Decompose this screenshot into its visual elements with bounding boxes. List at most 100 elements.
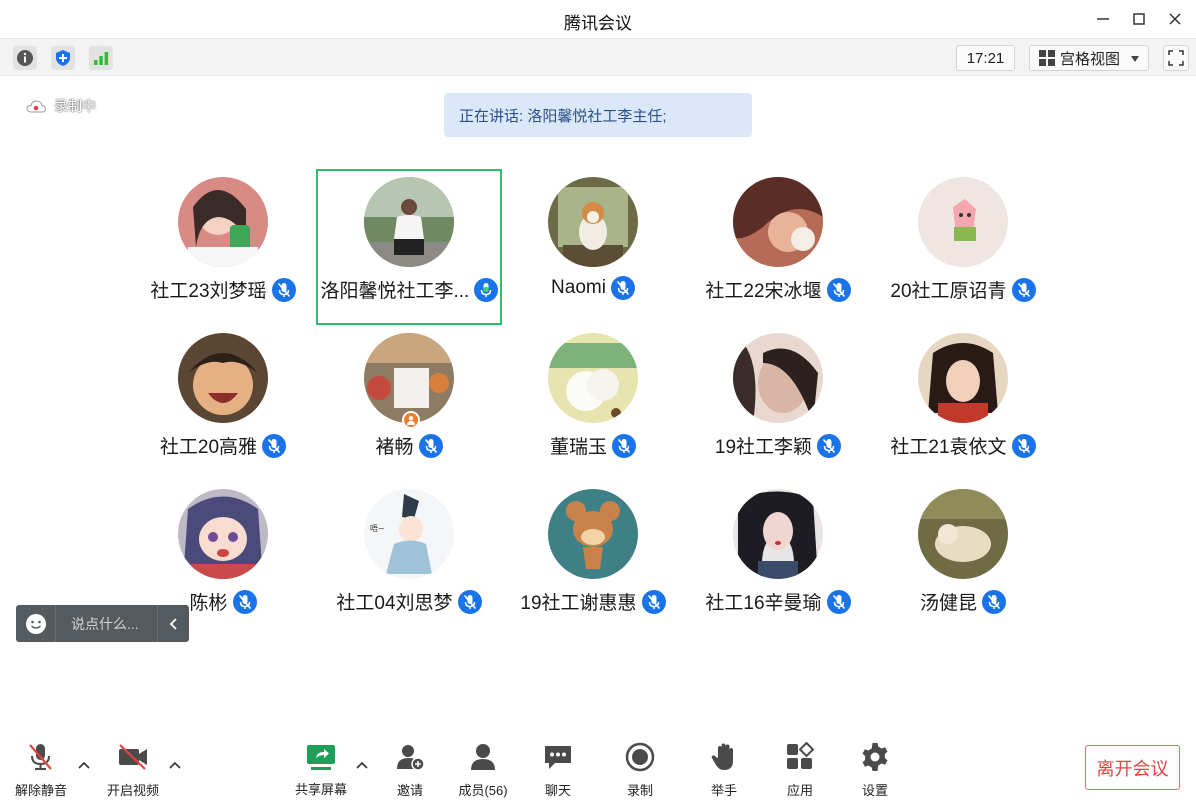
avatar[interactable] [178, 489, 268, 579]
participant-name: 褚畅 [375, 437, 414, 458]
participant-name-row: Naomi [500, 276, 686, 300]
mic-muted-icon [1011, 277, 1036, 302]
avatar[interactable] [548, 489, 638, 579]
participant-tile[interactable]: 褚畅 [316, 325, 502, 481]
chat-icon [545, 746, 571, 769]
invite-button[interactable]: 邀请 [375, 742, 445, 798]
participant-name: 陈彬 [189, 593, 228, 614]
active-speaker-text: 正在讲话: 洛阳馨悦社工李主任; [459, 107, 667, 125]
mic-muted-icon [1011, 433, 1036, 458]
mic-muted-icon [826, 589, 851, 614]
participant-name: 社工16辛曼瑜 [705, 593, 822, 614]
avatar[interactable] [178, 177, 268, 267]
chevron-up-icon[interactable] [355, 758, 369, 772]
settings-label: 设置 [861, 783, 888, 798]
view-mode-select[interactable]: 宫格视图 [1029, 45, 1149, 71]
apps-button[interactable]: 应用 [765, 742, 835, 798]
collapse-chat-button[interactable] [157, 605, 189, 642]
unmute-button[interactable]: 解除静音 [6, 742, 76, 798]
apps-icon [787, 742, 815, 769]
participant-name-row: 20社工原诏青 [870, 276, 1056, 303]
avatar[interactable] [733, 177, 823, 267]
gear-icon [862, 743, 888, 771]
avatar[interactable] [918, 177, 1008, 267]
fullscreen-icon [1168, 50, 1184, 66]
meeting-clock: 17:21 [956, 45, 1015, 71]
mic-off-icon [29, 744, 52, 770]
avatar[interactable] [733, 333, 823, 423]
avatar[interactable]: 唔~ [364, 489, 454, 579]
active-speaker-banner: 正在讲话: 洛阳馨悦社工李主任; [444, 93, 752, 137]
participant-name-row: 董瑞玉 [500, 432, 686, 459]
cloud-record-icon [26, 100, 46, 113]
participant-tile[interactable]: 社工21袁依文 [870, 325, 1056, 481]
participant-tile[interactable]: 19社工谢惠惠 [500, 481, 686, 637]
fullscreen-button[interactable] [1163, 45, 1189, 71]
participant-name-row: 社工16辛曼瑜 [685, 588, 871, 615]
chevron-left-icon [169, 617, 177, 630]
chevron-up-icon[interactable] [77, 758, 91, 772]
grid-view-icon [1039, 50, 1055, 66]
host-badge-icon [402, 411, 420, 429]
share-screen-button[interactable]: 共享屏幕 [286, 742, 356, 798]
participant-tile[interactable]: 社工20高雅 [130, 325, 316, 481]
unmute-label: 解除静音 [14, 783, 67, 798]
start-video-button[interactable]: 开启视频 [98, 742, 168, 798]
mic-speaking-icon [473, 277, 498, 302]
participant-tile[interactable]: 20社工原诏青 [870, 169, 1056, 325]
mic-muted-icon [826, 277, 851, 302]
emoji-button[interactable] [16, 605, 56, 642]
emoji-icon [25, 613, 46, 634]
participant-tile[interactable]: 社工16辛曼瑜 [685, 481, 871, 637]
hand-icon [711, 743, 733, 770]
minimize-button[interactable] [1088, 8, 1118, 30]
participant-name-row: 洛阳馨悦社工李... [318, 276, 500, 303]
title-bar: 腾讯会议 [0, 0, 1196, 38]
avatar[interactable] [548, 177, 638, 267]
record-button[interactable]: 录制 [605, 742, 675, 798]
video-off-icon [119, 744, 147, 770]
participant-tile[interactable]: 董瑞玉 [500, 325, 686, 481]
participant-tile[interactable]: 唔~ 社工04刘思梦 [316, 481, 502, 637]
participant-name-row: 19社工谢惠惠 [500, 588, 686, 615]
settings-button[interactable]: 设置 [840, 742, 910, 798]
participant-name: 19社工李颖 [714, 437, 813, 458]
chat-input[interactable]: 说点什么... [56, 614, 157, 634]
record-icon [625, 742, 655, 772]
avatar[interactable] [178, 333, 268, 423]
maximize-button[interactable] [1124, 8, 1154, 30]
avatar[interactable] [918, 333, 1008, 423]
window-title: 腾讯会议 [564, 14, 632, 33]
avatar[interactable] [918, 489, 1008, 579]
participant-tile-active-speaker[interactable]: 洛阳馨悦社工李... [316, 169, 502, 325]
meeting-info-button[interactable] [13, 46, 37, 70]
users-icon [471, 744, 495, 770]
security-button[interactable] [51, 46, 75, 70]
mic-muted-icon [982, 589, 1006, 614]
members-button[interactable]: 成员(56) [448, 742, 518, 798]
avatar[interactable] [364, 177, 454, 267]
chevron-up-icon[interactable] [168, 758, 182, 772]
avatar[interactable] [548, 333, 638, 423]
avatar[interactable] [733, 489, 823, 579]
participant-tile[interactable]: 社工23刘梦瑶 [130, 169, 316, 325]
share-screen-label: 共享屏幕 [294, 782, 347, 797]
mic-muted-icon [457, 589, 482, 614]
chat-button[interactable]: 聊天 [523, 742, 593, 798]
avatar[interactable] [364, 333, 454, 423]
participant-tile[interactable]: 汤健昆 [870, 481, 1056, 637]
participant-tile[interactable]: 19社工李颖 [685, 325, 871, 481]
participant-name: 20社工原诏青 [890, 281, 1007, 302]
participant-name: 社工21袁依文 [890, 437, 1007, 458]
leave-meeting-button[interactable]: 离开会议 [1085, 745, 1180, 790]
participant-name: Naomi [551, 277, 606, 298]
close-button[interactable] [1160, 8, 1190, 30]
participant-tile[interactable]: Naomi [500, 169, 686, 325]
participant-name-row: 社工21袁依文 [870, 432, 1056, 459]
mic-muted-icon [612, 433, 636, 458]
start-video-label: 开启视频 [106, 783, 159, 798]
raise-hand-button[interactable]: 举手 [689, 742, 759, 798]
participant-tile[interactable]: 社工22宋冰堰 [685, 169, 871, 325]
network-status-button[interactable] [89, 46, 113, 70]
raise-hand-label: 举手 [710, 783, 737, 798]
